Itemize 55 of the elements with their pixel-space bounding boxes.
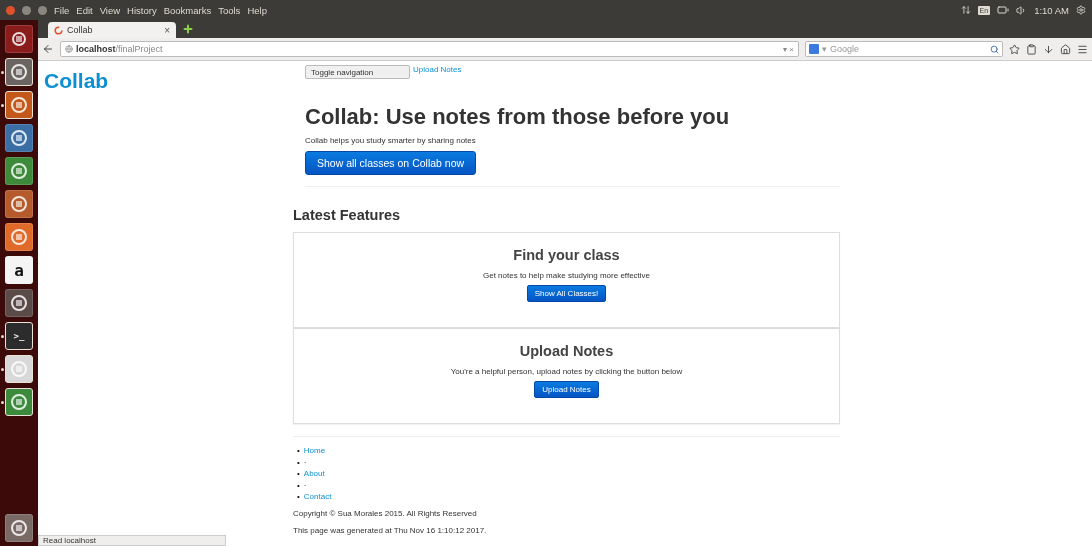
- bullet: •: [297, 491, 300, 503]
- close-tab-button[interactable]: ×: [164, 24, 170, 36]
- footer-link[interactable]: Contact: [303, 491, 332, 503]
- footer-link[interactable]: About: [303, 468, 325, 480]
- feature-heading: Upload Notes: [519, 343, 614, 359]
- menu-icon[interactable]: [1077, 43, 1088, 55]
- menu-item[interactable]: Edit: [76, 4, 93, 16]
- nav-link[interactable]: Upload Notes: [413, 65, 462, 74]
- hero-heading: Collab: Use notes from those before you: [305, 104, 731, 130]
- network-icon[interactable]: [960, 5, 971, 15]
- bullet: •: [297, 456, 300, 468]
- menu-item[interactable]: Help: [247, 4, 267, 16]
- feature-text: Get notes to help make studying more effective: [482, 271, 651, 280]
- home-icon[interactable]: [1060, 43, 1071, 55]
- feature-button[interactable]: Show All Classes!: [526, 285, 607, 302]
- loading-icon: [54, 25, 63, 35]
- new-tab-icon[interactable]: [182, 23, 194, 35]
- launcher-glyph: >_: [13, 331, 25, 341]
- feature-button[interactable]: Upload Notes: [534, 381, 599, 398]
- section-heading: Latest Features: [293, 207, 402, 223]
- separator-text: ·: [303, 479, 307, 491]
- menu-item[interactable]: View: [99, 4, 121, 16]
- bullet: •: [297, 445, 300, 457]
- bookmark-star-icon[interactable]: [1009, 43, 1020, 55]
- clock[interactable]: 1:10 AM: [1034, 4, 1069, 16]
- maximize-window-icon[interactable]: [38, 5, 47, 15]
- hero-text: Collab helps you study smarter by sharing notes: [305, 136, 477, 145]
- close-window-icon[interactable]: [6, 5, 15, 15]
- back-button[interactable]: [42, 43, 54, 55]
- battery-icon[interactable]: [997, 4, 1010, 16]
- menu-item[interactable]: File: [54, 4, 70, 16]
- status-text: Read localhost: [38, 535, 226, 546]
- menu-item[interactable]: Bookmarks: [163, 4, 212, 16]
- download-icon[interactable]: [1043, 43, 1054, 55]
- generated-text: This page was generated at Thu Nov 16 1:10:12 2017.: [293, 525, 488, 535]
- clipboard-icon[interactable]: [1026, 43, 1037, 55]
- copyright-text: Copyright © Sua Morales 2015. All Rights Reserved: [293, 508, 478, 518]
- minimize-window-icon[interactable]: [22, 5, 31, 15]
- menu-item[interactable]: History: [127, 4, 157, 16]
- search-icon[interactable]: [990, 44, 999, 54]
- launcher-glyph: a: [14, 260, 24, 280]
- address-bar[interactable]: localhost/finalProject ▾ ×: [60, 41, 799, 57]
- brand-link[interactable]: Collab: [44, 69, 109, 93]
- footer-link[interactable]: Home: [303, 445, 326, 457]
- menu-item[interactable]: Tools: [218, 4, 241, 16]
- separator-text: ·: [303, 456, 307, 468]
- settings-icon[interactable]: [1076, 5, 1086, 15]
- bullet: •: [297, 468, 300, 480]
- feature-text: You're a helpful person, upload notes by clicking the button below: [450, 367, 683, 376]
- feature-heading: Find your class: [513, 247, 620, 263]
- toggle-navigation-button[interactable]: Toggle navigation: [305, 65, 410, 79]
- browser-tab[interactable]: Collab ×: [48, 22, 176, 38]
- bullet: •: [297, 479, 300, 491]
- launcher-button[interactable]: a: [5, 256, 33, 284]
- show-classes-button[interactable]: Show all classes on Collab now: [305, 151, 477, 175]
